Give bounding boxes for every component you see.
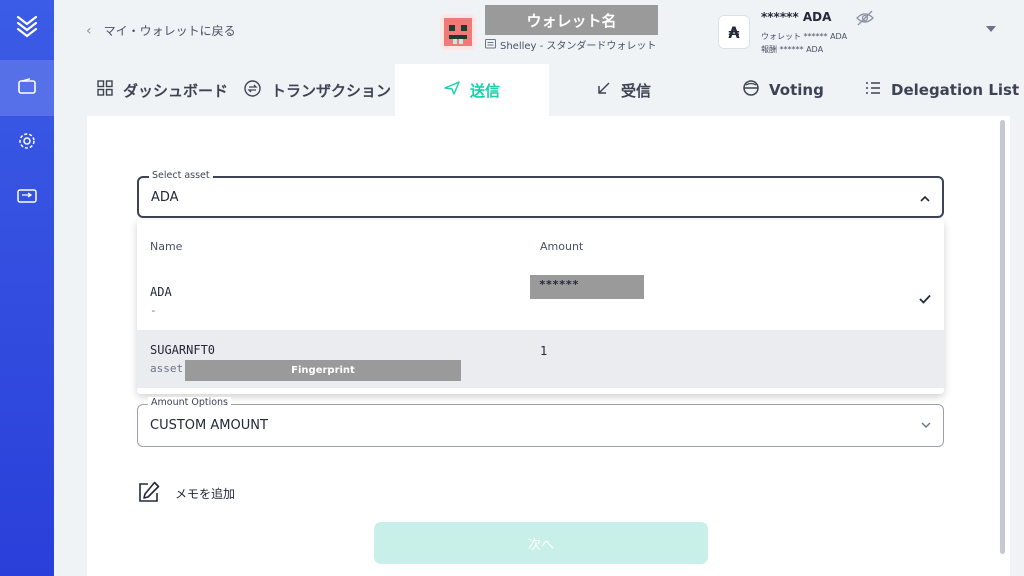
wallet-name: ウォレット名 <box>485 5 658 35</box>
asset-name: ADA <box>150 285 172 299</box>
list-icon <box>865 81 881 99</box>
select-asset-dropdown[interactable]: Select asset ADA <box>137 170 944 218</box>
sidebar-item-settings[interactable] <box>0 115 54 171</box>
balance-total: ****** ADA <box>761 10 832 24</box>
asset-fingerprint: - <box>150 304 157 317</box>
chevron-down-icon <box>921 419 931 432</box>
asset-option-sugarnft0[interactable]: SUGARNFT0 asset Fingerprint 1 <box>137 330 944 388</box>
column-header-name: Name <box>150 240 183 253</box>
amount-options-label: Amount Options <box>148 397 232 408</box>
transactions-icon <box>244 79 261 101</box>
receive-icon <box>597 81 611 99</box>
asset-fingerprint-prefix: asset <box>150 362 184 375</box>
asset-amount-redacted: ****** <box>530 275 644 299</box>
send-icon <box>444 81 460 99</box>
pencil-icon <box>137 480 161 507</box>
balance-breakdown: ウォレット ****** ADA 報酬 ****** ADA <box>761 30 847 56</box>
column-header-amount: Amount <box>540 240 584 253</box>
tab-voting[interactable]: Voting <box>743 64 824 116</box>
tab-label: 送信 <box>469 81 500 100</box>
back-label: マイ・ウォレットに戻る <box>103 24 236 38</box>
selected-asset-value: ADA <box>151 190 179 205</box>
next-button[interactable]: 次へ <box>374 522 708 564</box>
amount-options-dropdown[interactable]: Amount Options CUSTOM AMOUNT <box>137 397 944 447</box>
yoroi-logo-icon[interactable] <box>0 0 54 54</box>
asset-option-ada[interactable]: ADA - ****** <box>137 272 944 330</box>
dashboard-icon <box>97 80 113 100</box>
sidebar-item-transfer[interactable] <box>0 170 54 226</box>
tab-receive[interactable]: 受信 <box>597 64 651 116</box>
top-bar: ‹ マイ・ウォレットに戻る ウォレット名 Shelley - スタンダードウォレ… <box>54 0 1024 64</box>
chevron-up-icon <box>920 192 930 205</box>
amount-option-value: CUSTOM AMOUNT <box>150 418 268 433</box>
asset-dropdown-list: Name Amount ADA - ****** SUGARNFT0 asset… <box>137 220 944 394</box>
wallet-type-label: Shelley - スタンダードウォレット <box>500 41 657 52</box>
tab-label: Voting <box>769 81 824 99</box>
wallet-type-icon <box>485 38 496 52</box>
asset-fingerprint-redacted: Fingerprint <box>185 360 461 381</box>
tab-label: ダッシュボード <box>123 81 229 100</box>
ada-currency-icon: ₳ <box>718 15 750 49</box>
tab-dashboard[interactable]: ダッシュボード <box>97 64 228 116</box>
wallet-type: Shelley - スタンダードウォレット <box>485 37 656 52</box>
sidebar-item-wallet[interactable] <box>0 60 54 116</box>
tab-label: 受信 <box>621 81 652 100</box>
gear-icon <box>18 132 36 154</box>
scrollbar[interactable] <box>1000 120 1005 554</box>
check-icon <box>919 292 931 308</box>
tab-transactions[interactable]: トランザクション <box>244 64 391 116</box>
add-memo-button[interactable]: メモを追加 <box>137 480 235 507</box>
wallet-icon <box>18 78 36 98</box>
select-asset-label: Select asset <box>149 170 213 181</box>
chevron-down-icon[interactable] <box>986 26 996 32</box>
balance-wallet-line: ウォレット ****** ADA <box>761 32 848 41</box>
tab-delegation-list[interactable]: Delegation List <box>865 64 1019 116</box>
chevron-left-icon: ‹ <box>86 22 92 39</box>
balance-reward-line: 報酬 ****** ADA <box>761 45 824 54</box>
asset-name: SUGARNFT0 <box>150 343 216 357</box>
hide-balance-eye-icon[interactable] <box>856 10 874 30</box>
voting-icon <box>743 80 759 100</box>
add-memo-label: メモを追加 <box>175 487 236 501</box>
wallet-avatar <box>440 14 476 50</box>
transfer-icon <box>17 188 37 208</box>
asset-amount: 1 <box>540 344 548 358</box>
tab-label: トランザクション <box>271 81 392 100</box>
back-to-wallets-link[interactable]: ‹ マイ・ウォレットに戻る <box>86 22 236 39</box>
wallet-tabs: ダッシュボード トランザクション 送信 受信 Voting Delegation… <box>87 64 1024 116</box>
sidebar <box>0 0 54 576</box>
tab-send[interactable]: 送信 <box>395 64 549 116</box>
tab-label: Delegation List <box>891 81 1020 99</box>
